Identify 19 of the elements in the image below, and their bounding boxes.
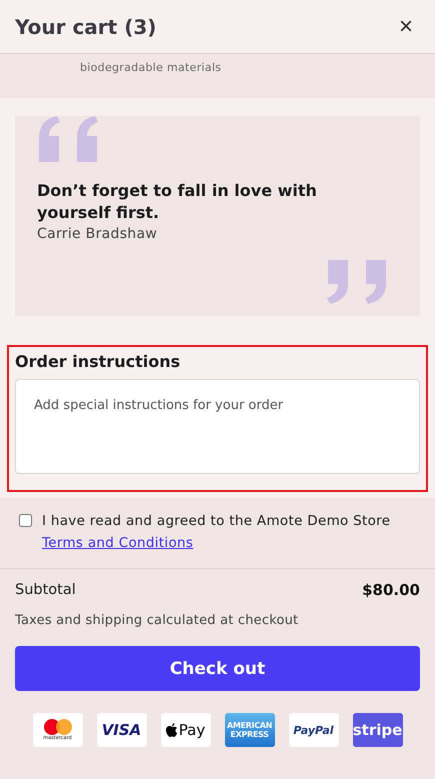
quote-author: Carrie Bradshaw	[37, 226, 158, 242]
amex-logo: AMERICAN EXPRESS	[224, 713, 274, 747]
terms-checkbox[interactable]	[19, 514, 32, 527]
cart-title: Your cart (3)	[15, 14, 156, 38]
stripe-logo: stripe	[352, 713, 402, 747]
terms-link[interactable]: Terms and Conditions	[42, 535, 194, 551]
terms-text: I have read and agreed to the Amote Demo Store Terms and Conditions	[42, 512, 392, 553]
order-instructions-label: Order instructions	[15, 352, 182, 371]
subtotal-amount: $80.00	[362, 581, 420, 599]
apple-pay-logo: Pay	[160, 713, 210, 747]
paypal-logo: PayPal	[288, 713, 338, 747]
checkout-button[interactable]: Check out	[15, 646, 420, 691]
visa-logo: VISA	[96, 713, 146, 747]
close-button[interactable]: ×	[394, 12, 417, 40]
instructions-field[interactable]: Add special instructions for your order	[15, 379, 420, 474]
quote-text: Don’t forget to fall in love with yourself first.	[37, 180, 318, 224]
tax-note: Taxes and shipping calculated at checkout	[15, 613, 300, 628]
notice-text: biodegradable materials	[80, 61, 222, 74]
subtotal-label: Subtotal	[15, 582, 76, 598]
